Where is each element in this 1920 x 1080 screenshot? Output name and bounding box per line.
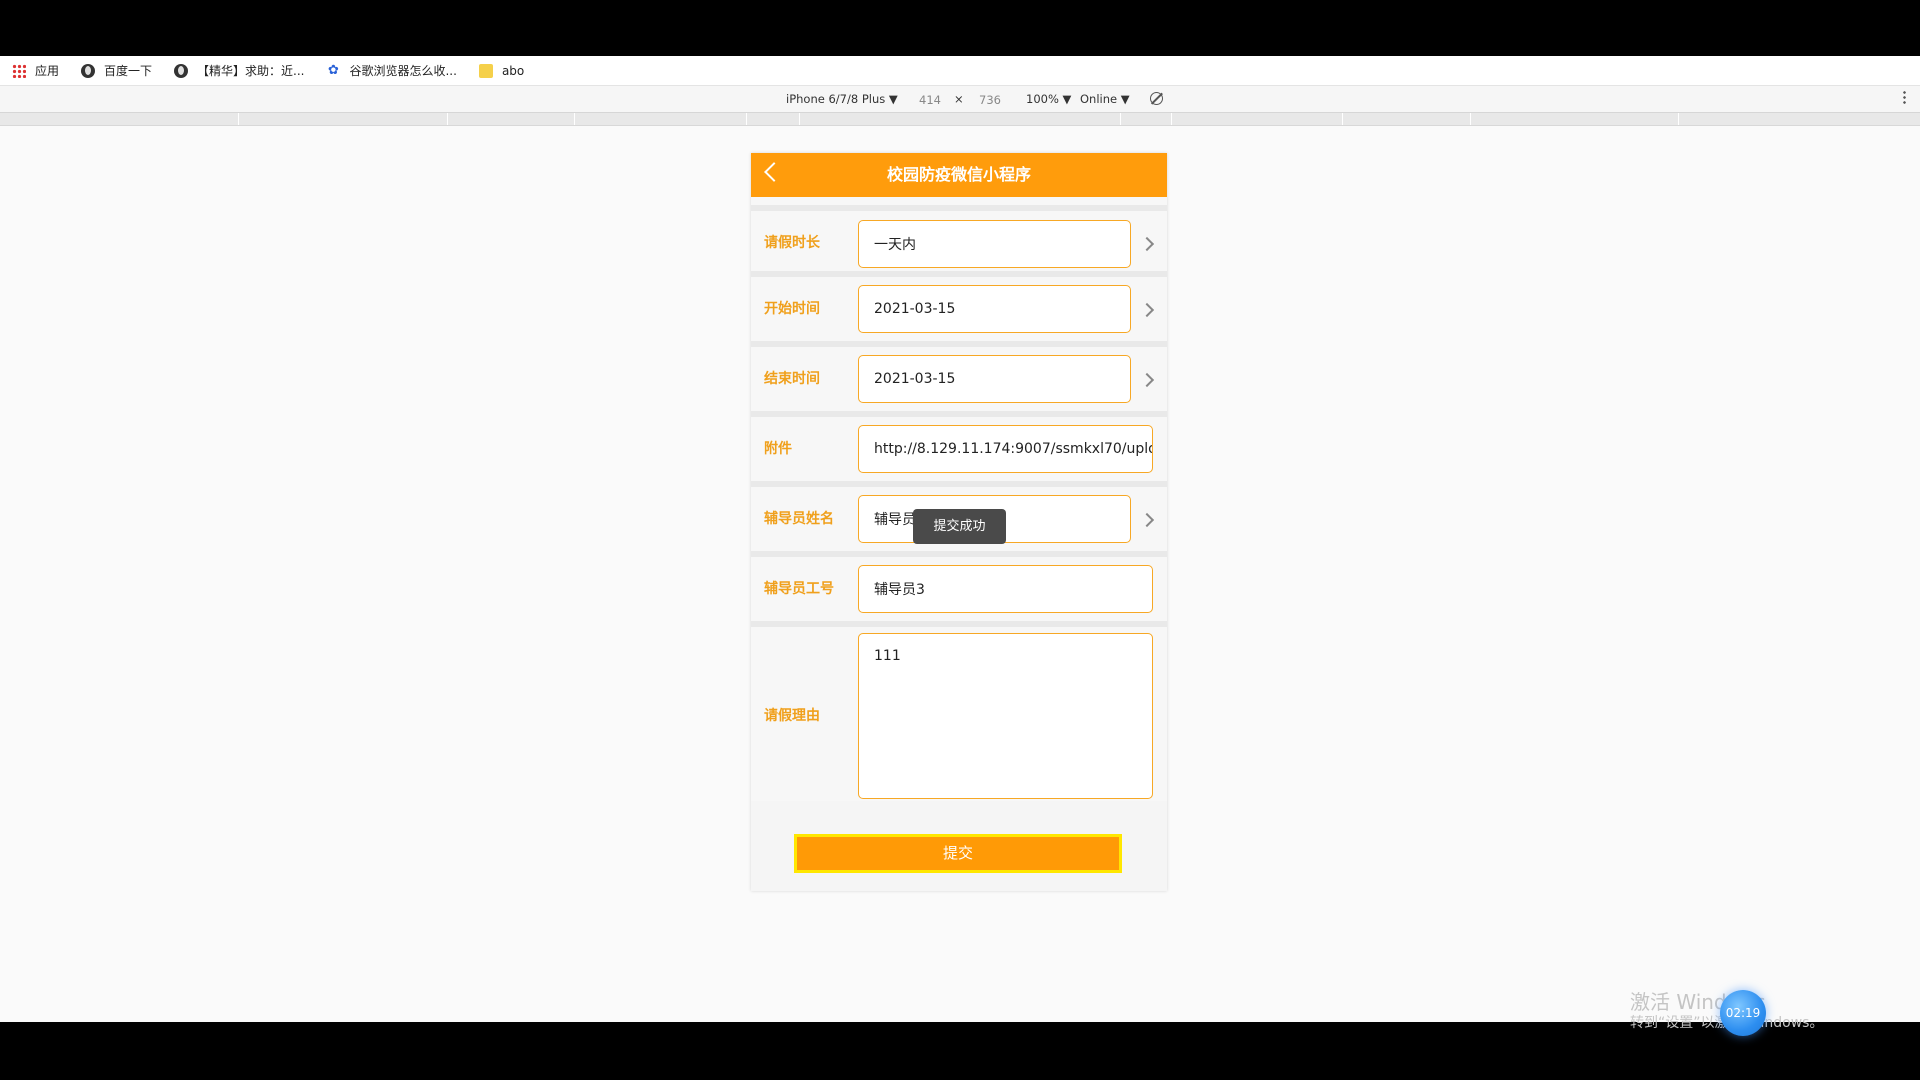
bookmark-label: 【精华】求助：近... (197, 64, 305, 78)
form-row-duration: 请假时长 一天内 (751, 211, 1167, 277)
width-input[interactable]: 414 (918, 92, 942, 108)
attachment-field[interactable]: http://8.129.11.174:9007/ssmkxl70/uplo (858, 425, 1153, 473)
field-label: 结束时间 (764, 371, 820, 387)
globe-icon (81, 63, 96, 78)
more-menu-icon[interactable] (1903, 90, 1906, 104)
browser-viewport: 应用 百度一下 【精华】求助：近... ✿ 谷歌浏览器怎么收... abo iP… (0, 56, 1920, 1036)
chevron-right-icon (1139, 512, 1155, 528)
apps-grid-icon (12, 63, 26, 78)
field-label: 辅导员工号 (764, 581, 834, 597)
field-label: 辅导员姓名 (764, 511, 834, 527)
device-select[interactable]: iPhone 6/7/8 Plus ▼ (786, 92, 898, 106)
bookmark-abo[interactable]: abo (478, 63, 525, 78)
field-label: 开始时间 (764, 301, 820, 317)
counselor-id-field[interactable]: 辅导员3 (858, 565, 1153, 613)
height-input[interactable]: 736 (978, 92, 1002, 108)
start-date-picker[interactable]: 2021-03-15 (858, 285, 1131, 333)
field-label: 请假时长 (764, 235, 820, 251)
zoom-select[interactable]: 100% ▼ (1026, 92, 1071, 106)
field-label: 附件 (764, 441, 792, 457)
bookmark-label: abo (501, 63, 525, 78)
duration-picker[interactable]: 一天内 (858, 220, 1131, 268)
bookmark-label: 百度一下 (104, 64, 153, 78)
times-sign: × (954, 92, 964, 106)
paw-icon: ✿ (328, 62, 339, 78)
bookmarks-bar: 应用 百度一下 【精华】求助：近... ✿ 谷歌浏览器怎么收... abo (0, 56, 1920, 86)
chevron-right-icon (1139, 372, 1155, 388)
device-toolbar: iPhone 6/7/8 Plus ▼ 414 × 736 100% ▼ Onl… (0, 86, 1920, 113)
globe-icon (174, 63, 189, 78)
bookmark-apps[interactable]: 应用 (12, 62, 59, 79)
reason-textarea[interactable]: 111 (858, 633, 1153, 799)
form-row-reason: 请假理由 111 (751, 627, 1167, 801)
end-date-picker[interactable]: 2021-03-15 (858, 355, 1131, 403)
page-title: 校园防疫微信小程序 (886, 165, 1031, 184)
folder-icon (478, 63, 493, 78)
bookmark-baidu[interactable]: 百度一下 (81, 62, 152, 79)
bookmark-chrome[interactable]: ✿ 谷歌浏览器怎么收... (326, 62, 457, 79)
nav-bar: 校园防疫微信小程序 (751, 153, 1167, 197)
rotate-icon[interactable] (1150, 92, 1163, 105)
form-row-counselor-id: 辅导员工号 辅导员3 (751, 557, 1167, 627)
submit-button[interactable]: 提交 (794, 834, 1122, 873)
form-row-end-date: 结束时间 2021-03-15 (751, 347, 1167, 417)
form-row-attachment: 附件 http://8.129.11.174:9007/ssmkxl70/upl… (751, 417, 1167, 487)
chevron-right-icon (1139, 236, 1155, 252)
field-label: 请假理由 (764, 708, 820, 724)
media-query-ruler (0, 113, 1920, 126)
phone-viewport: 校园防疫微信小程序 请假时长 一天内 开始时间 2021-03-15 结束时间 … (751, 153, 1167, 891)
chevron-right-icon (1139, 302, 1155, 318)
success-toast: 提交成功 (913, 509, 1006, 544)
bookmark-label: 谷歌浏览器怎么收... (349, 64, 457, 78)
form-row-start-date: 开始时间 2021-03-15 (751, 277, 1167, 347)
bookmark-label: 应用 (35, 64, 60, 78)
floating-clock-badge[interactable]: 02:19 (1720, 990, 1766, 1036)
bookmark-help[interactable]: 【精华】求助：近... (174, 62, 304, 79)
network-select[interactable]: Online ▼ (1080, 92, 1130, 106)
